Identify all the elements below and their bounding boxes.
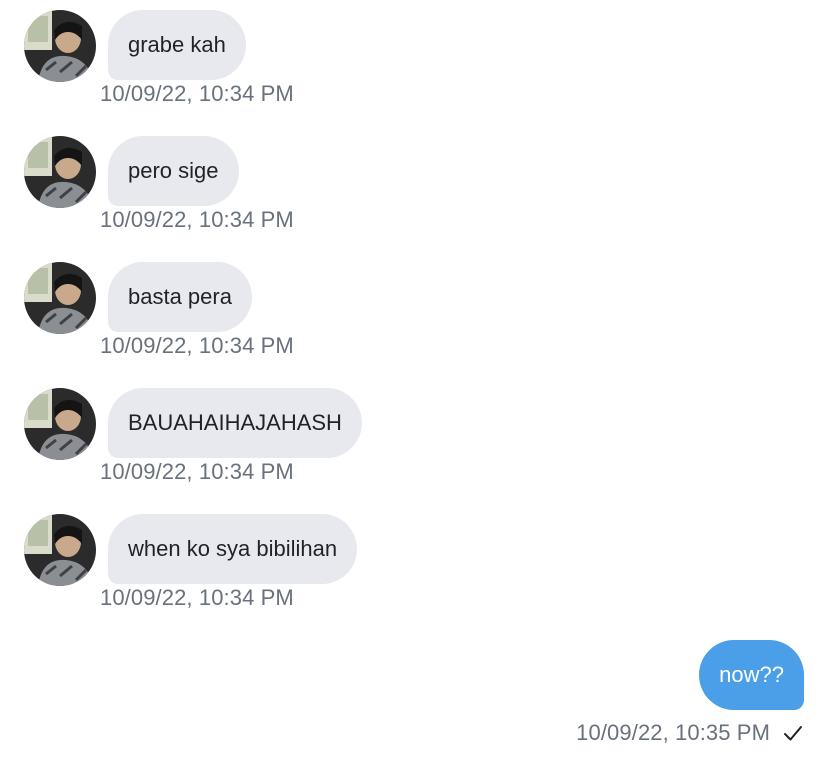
avatar-photo (24, 388, 96, 460)
avatar-photo (24, 10, 96, 82)
message-timestamp: 10/09/22, 10:34 PM (100, 333, 294, 358)
outgoing-message: now?? 10/09/22, 10:35 PM (0, 630, 828, 762)
avatar[interactable] (24, 10, 96, 82)
message-timestamp: 10/09/22, 10:34 PM (100, 585, 294, 610)
avatar[interactable] (24, 388, 96, 460)
incoming-message: pero sige 10/09/22, 10:34 PM (0, 126, 828, 252)
message-timestamp: 10/09/22, 10:34 PM (100, 207, 294, 232)
sent-message-timestamp: 10/09/22, 10:35 PM (576, 720, 770, 745)
check-icon (782, 722, 804, 744)
avatar[interactable] (24, 514, 96, 586)
message-bubble[interactable]: grabe kah (108, 10, 246, 80)
avatar[interactable] (24, 136, 96, 208)
incoming-message: grabe kah 10/09/22, 10:34 PM (0, 0, 828, 126)
message-bubble[interactable]: BAUAHAIHAJAHASH (108, 388, 362, 458)
message-bubble[interactable]: pero sige (108, 136, 239, 206)
avatar[interactable] (24, 262, 96, 334)
message-timestamp: 10/09/22, 10:34 PM (100, 459, 294, 484)
message-timestamp: 10/09/22, 10:34 PM (100, 81, 294, 106)
message-thread: grabe kah 10/09/22, 10:34 PM pero sige 1… (0, 0, 828, 762)
message-bubble[interactable]: basta pera (108, 262, 252, 332)
avatar-photo (24, 262, 96, 334)
avatar-photo (24, 136, 96, 208)
sent-message-meta: 10/09/22, 10:35 PM (576, 720, 804, 746)
incoming-message: basta pera 10/09/22, 10:34 PM (0, 252, 828, 378)
incoming-message: when ko sya bibilihan 10/09/22, 10:34 PM (0, 504, 828, 630)
sent-message-bubble[interactable]: now?? (699, 640, 804, 710)
avatar-photo (24, 514, 96, 586)
incoming-message: BAUAHAIHAJAHASH 10/09/22, 10:34 PM (0, 378, 828, 504)
message-bubble[interactable]: when ko sya bibilihan (108, 514, 358, 584)
